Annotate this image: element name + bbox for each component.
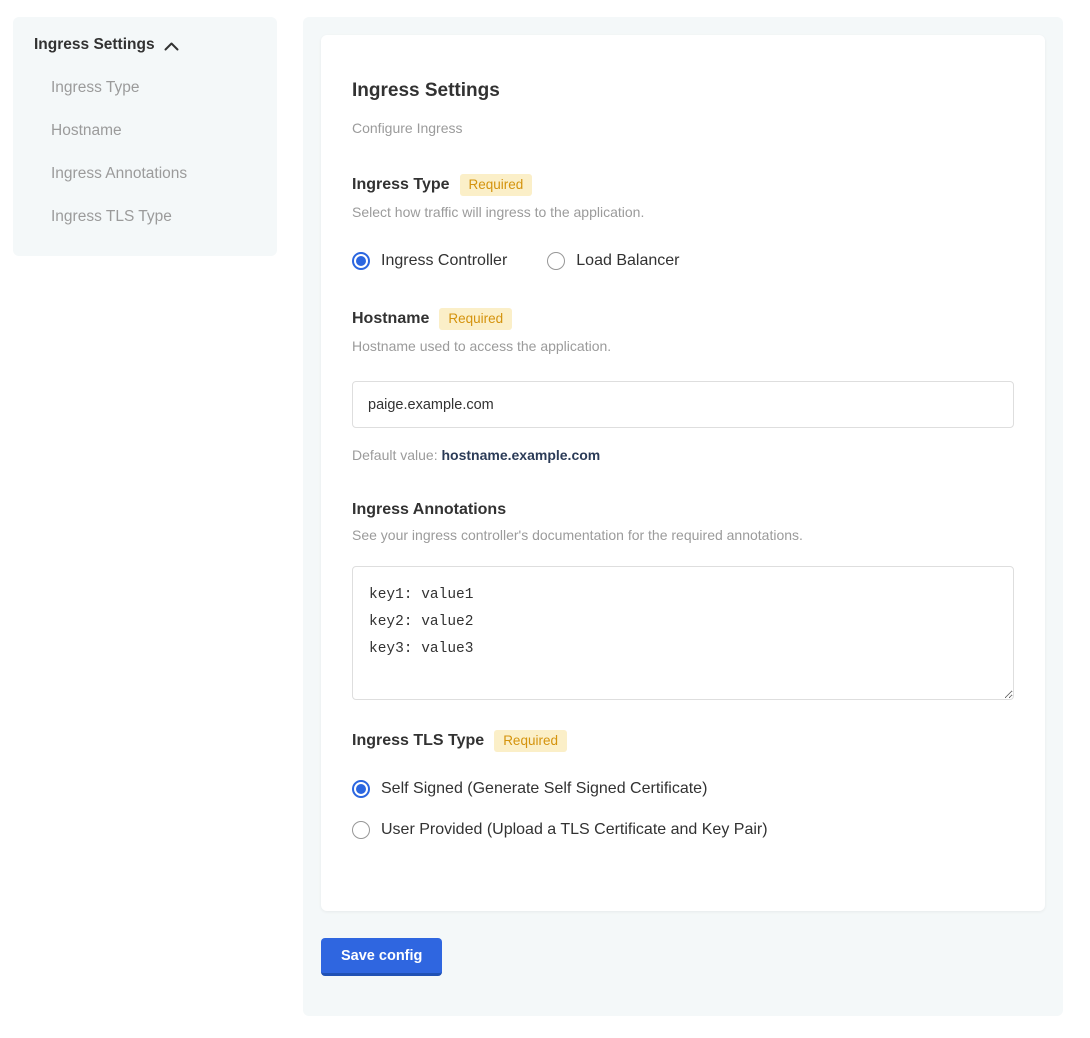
config-sidebar: Ingress Settings Ingress Type Hostname I… [13,17,277,256]
hostname-default-label: Default value: [352,447,438,463]
radio-load-balancer[interactable]: Load Balancer [547,252,679,270]
sidebar-item-ingress-type[interactable]: Ingress Type [51,79,257,97]
radio-user-provided[interactable]: User Provided (Upload a TLS Certificate … [352,821,1014,839]
ingress-tls-type-label: Ingress TLS Type [352,732,484,750]
ingress-type-help: Select how traffic will ingress to the a… [352,204,1014,220]
ingress-annotations-label: Ingress Annotations [352,501,506,519]
radio-self-signed[interactable]: Self Signed (Generate Self Signed Certif… [352,780,1014,798]
sidebar-item-ingress-annotations[interactable]: Ingress Annotations [51,165,257,183]
radio-self-signed-label: Self Signed (Generate Self Signed Certif… [381,780,707,798]
sidebar-item-hostname[interactable]: Hostname [51,122,257,140]
radio-load-balancer-label: Load Balancer [576,252,679,270]
radio-ingress-controller-label: Ingress Controller [381,252,507,270]
ingress-settings-card: Ingress Settings Configure Ingress Ingre… [321,35,1045,911]
sidebar-item-ingress-tls-type[interactable]: Ingress TLS Type [51,208,257,226]
hostname-default-value: hostname.example.com [442,447,601,463]
save-config-button[interactable]: Save config [321,938,442,976]
ingress-type-radio-group: Ingress Controller Load Balancer [352,252,1014,270]
section-ingress-tls-type: Ingress TLS Type Required Self Signed (G… [352,730,1014,839]
sidebar-group-ingress-settings[interactable]: Ingress Settings [34,36,257,54]
radio-self-signed-control[interactable] [352,780,370,798]
chevron-up-icon [164,42,179,51]
config-main-panel: Ingress Settings Configure Ingress Ingre… [303,17,1063,1016]
section-ingress-annotations: Ingress Annotations See your ingress con… [352,501,1014,700]
required-badge: Required [439,308,512,330]
card-title: Ingress Settings [352,80,1014,102]
radio-ingress-controller-control[interactable] [352,252,370,270]
hostname-default-line: Default value: hostname.example.com [352,447,1014,463]
radio-user-provided-label: User Provided (Upload a TLS Certificate … [381,821,768,839]
ingress-tls-radio-group: Self Signed (Generate Self Signed Certif… [352,780,1014,839]
section-hostname: Hostname Required Hostname used to acces… [352,308,1014,463]
radio-load-balancer-control[interactable] [547,252,565,270]
hostname-input[interactable] [352,381,1014,428]
ingress-annotations-textarea[interactable]: key1: value1 key2: value2 key3: value3 [352,566,1014,700]
required-badge: Required [460,174,533,196]
required-badge: Required [494,730,567,752]
section-ingress-type: Ingress Type Required Select how traffic… [352,174,1014,270]
sidebar-group-label: Ingress Settings [34,36,155,54]
hostname-label: Hostname [352,310,429,328]
hostname-help: Hostname used to access the application. [352,338,1014,354]
ingress-type-label: Ingress Type [352,176,450,194]
page: Ingress Settings Ingress Type Hostname I… [0,0,1090,1038]
radio-ingress-controller[interactable]: Ingress Controller [352,252,507,270]
ingress-annotations-help: See your ingress controller's documentat… [352,527,1014,543]
card-subtitle: Configure Ingress [352,120,1014,136]
radio-user-provided-control[interactable] [352,821,370,839]
